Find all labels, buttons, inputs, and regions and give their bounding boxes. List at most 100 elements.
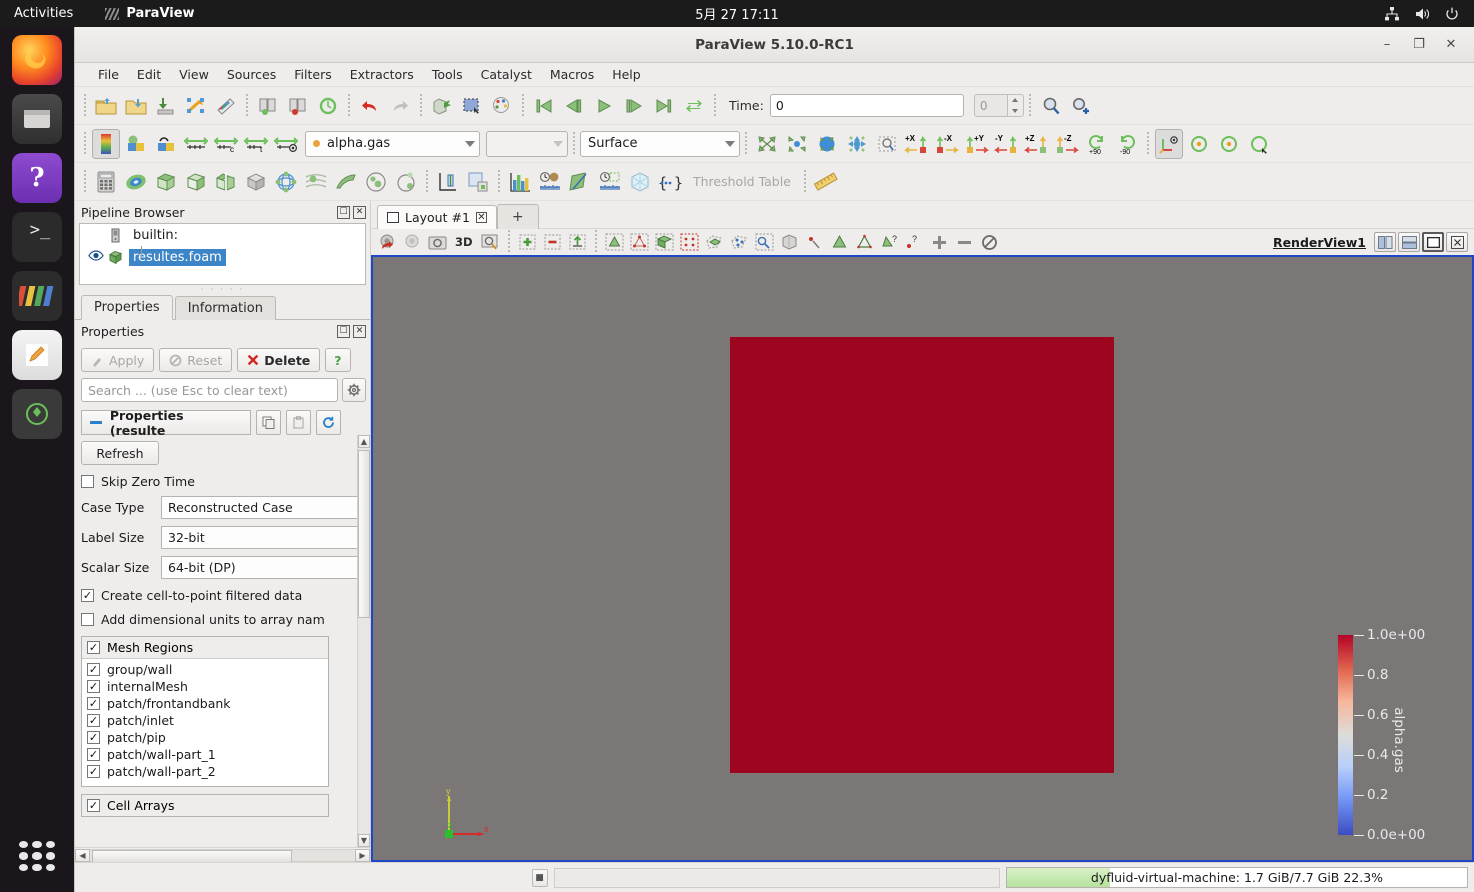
menu-edit[interactable]: Edit [128, 64, 170, 85]
rescale-to-range-button[interactable] [182, 129, 210, 159]
camera-undo-button[interactable] [428, 91, 456, 121]
select-points-polygon-button[interactable] [728, 231, 751, 254]
programmable-filter-button[interactable]: { } [656, 167, 684, 197]
color-palette-button[interactable] [488, 91, 516, 121]
frame-spinbox[interactable]: 0 [973, 94, 1024, 117]
rescale-to-data-button[interactable] [122, 129, 150, 159]
component-combo[interactable] [486, 130, 568, 157]
help-button[interactable]: ? [325, 348, 351, 372]
reset-camera-button[interactable] [753, 129, 781, 159]
extract-subset-button[interactable] [242, 167, 270, 197]
pipeline-source-label[interactable]: resultes.foam [129, 248, 226, 266]
properties-vertical-scrollbar[interactable]: ▲ ▼ [357, 435, 370, 847]
dock-item-firefox[interactable] [12, 35, 62, 85]
mesh-region-checkbox[interactable]: ✓ [87, 662, 100, 676]
label-size-value[interactable]: 32-bit [161, 526, 370, 549]
color-array-combo[interactable]: alpha.gas [305, 130, 480, 157]
properties-group-title-row[interactable]: Properties (resulte [81, 408, 251, 438]
skip-zero-time-checkbox[interactable] [81, 475, 94, 488]
list-item[interactable]: ✓ patch/wall-part_1 [82, 746, 328, 763]
mesh-region-checkbox[interactable]: ✓ [87, 679, 100, 693]
memory-inspector-bar[interactable]: dyfluid-virtual-machine: 1.7 GiB/7.7 GiB… [1006, 867, 1468, 888]
menu-extractors[interactable]: Extractors [341, 64, 423, 85]
dock-item-trash[interactable] [12, 389, 62, 439]
toolbar-handle[interactable] [84, 93, 86, 118]
rescale-over-time-button[interactable]: c [212, 129, 240, 159]
cell-to-point-row[interactable]: ✓ Create cell-to-point filtered data [81, 588, 370, 603]
copy-properties-button[interactable] [256, 410, 281, 435]
loop-button[interactable] [680, 91, 708, 121]
plot-over-line-button[interactable] [434, 167, 462, 197]
select-cells-through-button[interactable] [653, 231, 676, 254]
select-cells-query-button[interactable]: ? [878, 231, 901, 254]
set-view-minus-x-button[interactable]: -X [933, 129, 961, 159]
pipeline-browser[interactable]: builtin: resultes.foam [79, 223, 366, 285]
advanced-properties-toggle[interactable] [342, 378, 366, 402]
search-input[interactable]: Search ... (use Esc to clear text) [81, 378, 338, 402]
dock-item-help[interactable]: ? [12, 153, 62, 203]
spin-down-icon[interactable] [1012, 108, 1019, 113]
scroll-right-icon[interactable]: ▶ [355, 848, 370, 862]
zoom-box-button[interactable] [479, 231, 502, 254]
undo-button[interactable] [356, 91, 384, 121]
pipeline-row-server[interactable]: builtin: [80, 224, 365, 246]
set-view-plus-x-button[interactable]: +X [903, 129, 931, 159]
visibility-toggle[interactable] [84, 250, 108, 264]
close-icon[interactable]: ✕ [353, 324, 366, 338]
dock-item-paraview[interactable] [12, 271, 62, 321]
tab-information[interactable]: Information [174, 296, 276, 320]
connect-server-button[interactable] [254, 91, 282, 121]
close-icon[interactable]: ✕ [353, 205, 366, 219]
select-points-surface-button[interactable] [628, 231, 651, 254]
ruler-button[interactable] [812, 167, 840, 197]
cell-arrays-listbox[interactable]: ✓ Cell Arrays [81, 794, 329, 817]
scroll-up-icon[interactable]: ▲ [358, 435, 370, 448]
zoom-to-data-plus-button[interactable] [1067, 91, 1095, 121]
undock-icon[interactable]: ☐ [337, 205, 350, 219]
menu-filters[interactable]: Filters [285, 64, 340, 85]
paste-properties-button[interactable] [286, 410, 311, 435]
case-type-value[interactable]: Reconstructed Case [161, 496, 370, 519]
python-calculator-button[interactable] [626, 167, 654, 197]
activities-button[interactable]: Activities [0, 6, 83, 21]
zoom-to-data-button[interactable] [1037, 91, 1065, 121]
rescale-view-button[interactable] [843, 129, 871, 159]
group-datasets-button[interactable] [362, 167, 390, 197]
menu-tools[interactable]: Tools [423, 64, 472, 85]
remove-selection-minus-button[interactable] [953, 231, 976, 254]
redo-camera-button[interactable] [401, 231, 424, 254]
clear-selection-button[interactable] [978, 231, 1001, 254]
stream-tracer-button[interactable] [302, 167, 330, 197]
save-screenshot-button[interactable] [182, 91, 210, 121]
clock[interactable]: 5月 27 17:11 [0, 4, 1474, 23]
scroll-left-icon[interactable]: ◀ [75, 848, 90, 862]
skip-zero-time-row[interactable]: Skip Zero Time [81, 474, 370, 489]
mesh-regions-header-checkbox[interactable]: ✓ [87, 641, 100, 654]
disconnect-server-button[interactable] [284, 91, 312, 121]
maximize-button[interactable]: ❐ [1404, 32, 1434, 58]
rescale-temporal-button[interactable]: t [242, 129, 270, 159]
scalar-bar-legend[interactable]: 1.0e+00 0.8 0.6 0.4 0.2 0.0e+00 alpha.ga… [1338, 627, 1425, 845]
rotate-ccw-button[interactable] [1185, 129, 1213, 159]
cell-arrays-header-checkbox[interactable]: ✓ [87, 799, 100, 812]
menu-help[interactable]: Help [603, 64, 650, 85]
select-points-through-button[interactable] [678, 231, 701, 254]
pipeline-row-source[interactable]: resultes.foam [80, 246, 365, 268]
last-frame-button[interactable] [650, 91, 678, 121]
find-data-button[interactable]: ? [903, 231, 926, 254]
contour-button[interactable] [122, 167, 150, 197]
new-layout-tab[interactable]: + [496, 204, 539, 229]
select-region-button[interactable] [458, 91, 486, 121]
representation-combo[interactable]: Surface [580, 130, 740, 157]
undock-icon[interactable]: ☐ [337, 324, 350, 338]
dock-item-files[interactable] [12, 94, 62, 144]
apply-button[interactable]: Apply [81, 348, 155, 372]
collapse-icon[interactable] [90, 421, 102, 424]
show-orientation-axes-button[interactable] [1155, 128, 1183, 159]
render-view[interactable]: y x z 1.0e+00 0.8 0.6 0.4 0.2 0.0e+00 al… [371, 255, 1474, 862]
camera-mode-3d-button[interactable]: 3D [450, 235, 478, 249]
mesh-region-checkbox[interactable]: ✓ [87, 747, 100, 761]
clip-button[interactable] [152, 167, 180, 197]
undo-camera-button[interactable] [376, 231, 399, 254]
capture-screenshot-button[interactable] [426, 231, 449, 254]
